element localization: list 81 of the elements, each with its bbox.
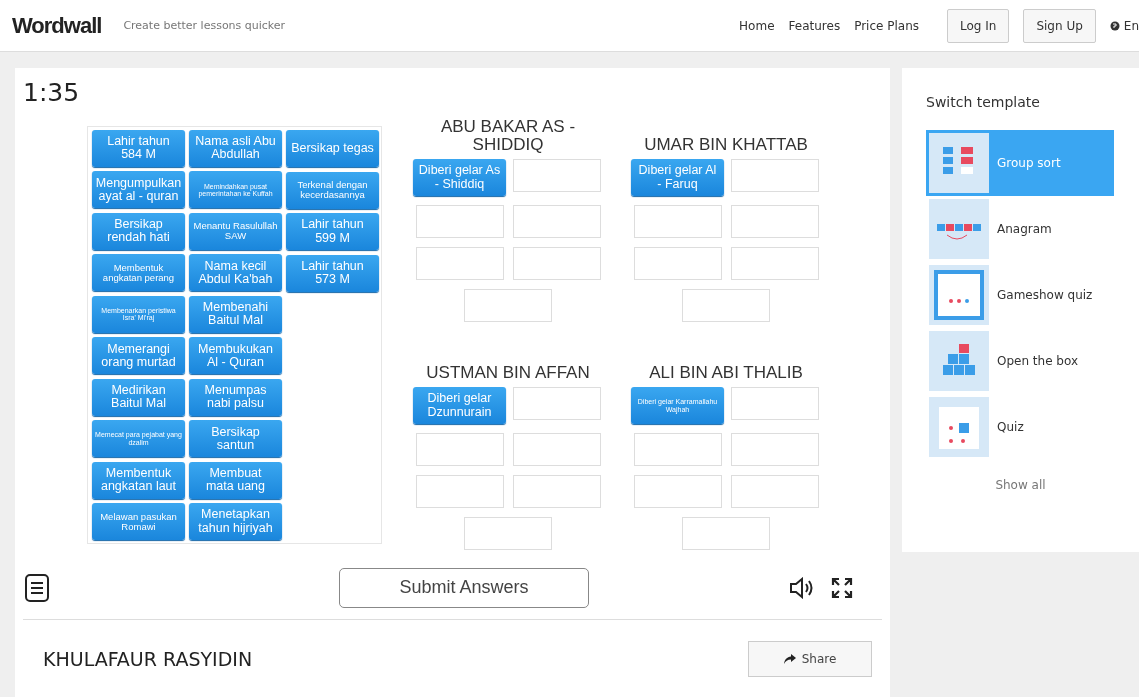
panel-heading: Switch template	[926, 94, 1041, 110]
answer-card[interactable]: Melawan pasukan Romawi	[92, 503, 185, 541]
empty-slot[interactable]	[682, 517, 770, 550]
show-all-link[interactable]: Show all	[995, 478, 1046, 492]
template-item[interactable]: Gameshow quiz	[926, 262, 1114, 328]
answer-card[interactable]: Membenahi Baitul Mal	[189, 295, 282, 333]
answer-card[interactable]: Bersikap santun	[189, 420, 282, 458]
group-title: USTMAN BIN AFFAN	[425, 362, 591, 382]
nav-link[interactable]: Home	[739, 18, 775, 33]
empty-slot[interactable]	[633, 433, 722, 466]
empty-slot[interactable]	[415, 475, 504, 508]
nav-link[interactable]: Features	[788, 18, 841, 33]
template-item[interactable]: Open the box	[926, 328, 1114, 394]
empty-slot[interactable]	[730, 475, 819, 508]
empty-slot[interactable]	[730, 387, 819, 420]
quiz-thumbnail-icon	[929, 397, 989, 457]
timer: 1:35	[23, 78, 81, 109]
answer-card[interactable]: Membentuk angkatan laut	[92, 461, 185, 499]
empty-slot[interactable]	[512, 387, 601, 420]
empty-slot[interactable]	[415, 433, 504, 466]
answer-card[interactable]: Lahir tahun 573 M	[286, 254, 379, 292]
empty-slot[interactable]	[512, 475, 601, 508]
answer-card[interactable]: Lahir tahun 584 M	[92, 130, 185, 167]
group-title: ABU BAKAR AS - SHIDDIQ	[439, 116, 577, 154]
open-box-thumbnail-icon	[929, 331, 989, 391]
submit-answers-button[interactable]: Submit Answers	[339, 567, 589, 608]
answer-card[interactable]: Memerangi orang murtad	[92, 337, 185, 375]
template-item[interactable]: Quiz	[926, 394, 1114, 460]
answer-card[interactable]: Lahir tahun 599 M	[286, 213, 379, 250]
group-sort-thumbnail-icon	[929, 133, 989, 193]
globe-icon	[1109, 20, 1120, 31]
template-item[interactable]: Group sort	[926, 130, 1114, 196]
group-title: ALI BIN ABI THALIB	[648, 362, 804, 382]
empty-slot[interactable]	[464, 517, 552, 550]
empty-slot[interactable]	[512, 159, 601, 192]
answer-card[interactable]: Membuat mata uang	[189, 461, 282, 499]
empty-slot[interactable]	[682, 289, 770, 322]
empty-slot[interactable]	[633, 247, 722, 280]
language-link[interactable]: En	[1123, 18, 1139, 33]
answer-card[interactable]: Diberi gelar Al - Faruq	[631, 159, 724, 196]
empty-slot[interactable]	[464, 289, 552, 322]
empty-slot[interactable]	[512, 433, 601, 466]
nav-link[interactable]: Price Plans	[854, 18, 919, 33]
anagram-thumbnail-icon	[929, 199, 989, 259]
empty-slot[interactable]	[415, 247, 504, 280]
answer-card[interactable]: Diberi gelar Dzunnurain	[413, 387, 506, 424]
sign-up-button[interactable]: Sign Up	[1023, 8, 1096, 43]
speaker-icon[interactable]	[789, 576, 815, 599]
empty-slot[interactable]	[512, 247, 601, 280]
empty-slot[interactable]	[730, 205, 819, 238]
empty-slot[interactable]	[730, 433, 819, 466]
activity-title: KHULAFAUR RASYIDIN	[43, 647, 253, 670]
empty-slot[interactable]	[415, 205, 504, 238]
wordwall-logo[interactable]: Wordwall	[12, 12, 102, 39]
answer-card[interactable]: Membukukan Al - Quran	[189, 337, 282, 375]
answer-card[interactable]: Medirikan Baitul Mal	[92, 378, 185, 416]
log-in-button[interactable]: Log In	[947, 8, 1010, 43]
answer-card[interactable]: Bersikap rendah hati	[92, 212, 185, 250]
share-arrow-icon	[783, 653, 796, 664]
menu-icon[interactable]	[25, 573, 49, 602]
answer-card[interactable]: Terkenal dengan kecerdasannya	[286, 171, 379, 209]
share-button[interactable]: Share	[748, 640, 872, 677]
empty-slot[interactable]	[633, 205, 722, 238]
answer-card[interactable]: Nama asli Abu Abdullah	[189, 130, 282, 167]
fullscreen-icon[interactable]	[831, 576, 853, 599]
gameshow-thumbnail-icon	[929, 265, 989, 325]
answer-card[interactable]: Bersikap tegas	[286, 130, 379, 167]
template-item[interactable]: Anagram	[926, 196, 1114, 262]
answer-card[interactable]: Diberi gelar As - Shiddiq	[413, 159, 506, 196]
answer-card[interactable]: Menetapkan tahun hijriyah	[189, 503, 282, 541]
group-title: UMAR BIN KHATTAB	[643, 134, 809, 154]
answer-card[interactable]: Mengumpulkan ayat al - quran	[92, 171, 185, 209]
answer-card[interactable]: Menumpas nabi palsu	[189, 378, 282, 416]
empty-slot[interactable]	[512, 205, 601, 238]
empty-slot[interactable]	[730, 247, 819, 280]
answer-card[interactable]: Nama kecil Abdul Ka'bah	[189, 254, 282, 292]
empty-slot[interactable]	[730, 159, 819, 192]
tagline: Create better lessons quicker	[123, 19, 286, 32]
answer-card[interactable]: Membentuk angkatan perang	[92, 254, 185, 292]
empty-slot[interactable]	[633, 475, 722, 508]
answer-card[interactable]: Menantu Rasulullah SAW	[189, 212, 282, 250]
